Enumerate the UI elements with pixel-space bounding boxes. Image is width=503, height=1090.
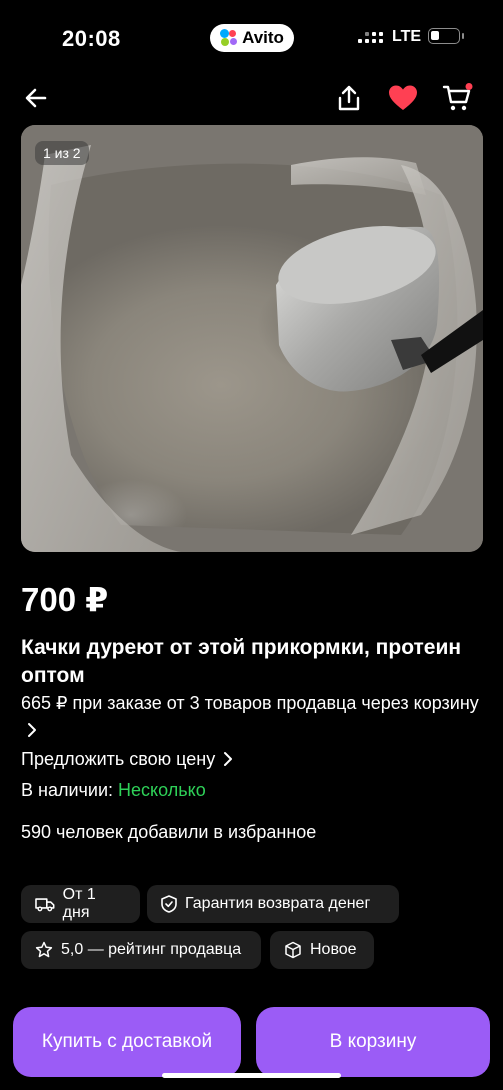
buy-with-delivery-button[interactable]: Купить с доставкой	[13, 1007, 241, 1077]
make-offer-link[interactable]: Предложить свою цену	[21, 749, 234, 770]
add-to-cart-button[interactable]: В корзину	[256, 1007, 490, 1077]
heart-icon	[389, 85, 417, 110]
star-icon	[35, 941, 53, 958]
home-indicator[interactable]	[162, 1073, 341, 1078]
battery-icon	[428, 28, 464, 44]
condition-chip[interactable]: Новое	[270, 931, 374, 969]
rating-chip[interactable]: 5,0 — рейтинг продавца	[21, 931, 261, 969]
delivery-chip-label: От 1 дня	[62, 886, 96, 921]
guarantee-chip-label: Гарантия возврата денег	[185, 895, 371, 912]
rating-chip-label: 5,0 — рейтинг продавца	[61, 941, 242, 958]
bulk-offer[interactable]: 665 ₽ при заказе от 3 товаров продавца ч…	[21, 690, 491, 744]
guarantee-chip[interactable]: Гарантия возврата денег	[147, 885, 399, 923]
network-label: LTE	[392, 28, 422, 45]
availability-label: В наличии:	[21, 780, 114, 800]
share-icon	[338, 85, 360, 111]
cart-button[interactable]	[436, 76, 480, 120]
availability-value: Несколько	[118, 780, 206, 800]
delivery-chip[interactable]: От 1 дня	[21, 885, 140, 923]
make-offer-label: Предложить свою цену	[21, 749, 216, 769]
avito-logo-icon	[220, 29, 238, 47]
photo-illustration	[21, 125, 483, 552]
share-button[interactable]	[327, 76, 371, 120]
bulk-offer-text: 665 ₽ при заказе от 3 товаров продавца ч…	[21, 693, 479, 713]
favorite-button[interactable]	[381, 76, 425, 120]
status-time: 20:08	[62, 26, 121, 51]
chevron-right-icon	[224, 752, 233, 766]
price: 700 ₽	[21, 581, 109, 618]
back-arrow-icon	[25, 88, 47, 108]
shield-icon	[161, 895, 177, 913]
truck-icon	[35, 898, 55, 912]
box-icon	[285, 941, 301, 959]
listing-title: Качки дуреют от этой прикормки, протеин …	[21, 636, 462, 687]
condition-chip-label: Новое	[310, 941, 357, 958]
avito-pill[interactable]: Avito	[210, 24, 294, 52]
signal-icon	[358, 31, 383, 47]
availability: В наличии: Несколько	[21, 780, 206, 801]
status-bar: 20:08 Avito LTE	[0, 0, 503, 76]
nav-bar	[0, 76, 503, 120]
favorites-count: 590 человек добавили в избранное	[21, 822, 317, 842]
photo-counter: 1 из 2	[35, 141, 89, 165]
product-photo[interactable]: 1 из 2	[21, 125, 483, 552]
avito-pill-label: Avito	[242, 28, 284, 47]
chevron-right-icon	[28, 723, 36, 737]
cart-icon	[442, 83, 473, 111]
back-button[interactable]	[14, 76, 58, 120]
